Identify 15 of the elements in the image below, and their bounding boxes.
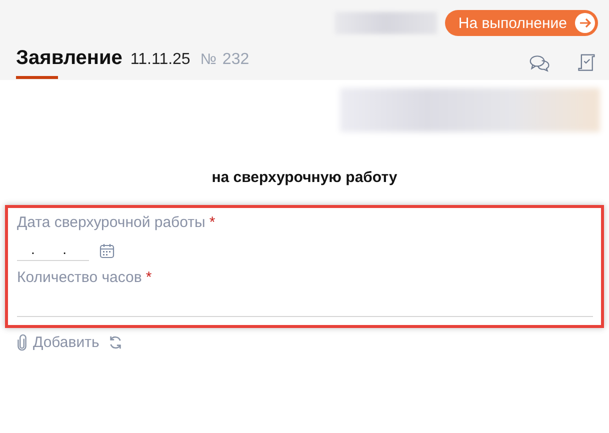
form-heading: на сверхурочную работу [210,169,398,186]
field-label: Дата сверхурочной работы [17,214,206,231]
refresh-icon[interactable] [108,335,124,350]
required-mark: * [146,269,152,286]
document-date: 11.11.25 [130,51,190,69]
tab-title[interactable]: Заявление [16,47,122,79]
number-sign: № [200,51,216,68]
chat-icon[interactable] [529,53,551,73]
document-number: 232 [222,51,250,69]
signed-document-icon[interactable] [575,53,597,73]
required-mark: * [209,214,216,231]
field-label: Количество часов [17,269,142,286]
date-field[interactable]: . . [17,241,89,261]
calendar-icon[interactable] [99,243,115,259]
paperclip-icon [17,334,27,351]
